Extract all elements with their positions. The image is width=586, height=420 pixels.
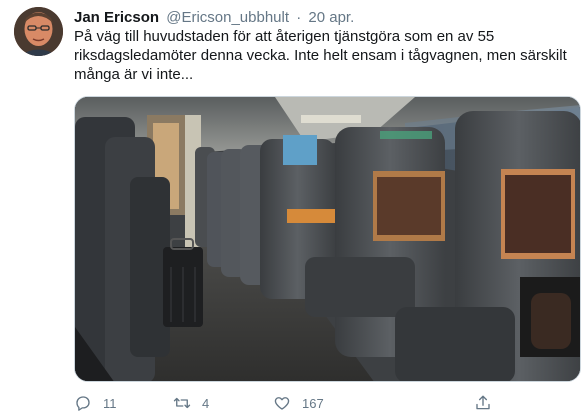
heart-icon bbox=[274, 397, 290, 410]
like-count: 167 bbox=[302, 395, 324, 411]
author-name[interactable]: Jan Ericson bbox=[74, 9, 159, 26]
like-button[interactable]: 167 bbox=[273, 390, 324, 416]
author-handle[interactable]: @Ericson_ubbhult bbox=[166, 9, 289, 26]
retweet-icon bbox=[173, 397, 191, 409]
reply-button[interactable]: 11 bbox=[74, 390, 117, 416]
avatar-photo bbox=[14, 7, 63, 56]
tweet[interactable]: Jan Ericson @Ericson_ubbhult · 20 apr. P… bbox=[0, 0, 586, 420]
avatar[interactable] bbox=[14, 7, 63, 56]
retweet-count: 4 bbox=[202, 395, 210, 411]
separator-dot: · bbox=[296, 9, 302, 26]
retweet-button[interactable]: 4 bbox=[173, 390, 209, 416]
share-icon bbox=[476, 395, 490, 410]
tweet-header: Jan Ericson @Ericson_ubbhult · 20 apr. bbox=[74, 8, 354, 28]
tweet-photo[interactable] bbox=[74, 96, 581, 382]
tweet-text: På väg till huvudstaden för att återigen… bbox=[74, 28, 567, 83]
reply-count: 11 bbox=[103, 395, 117, 411]
share-button[interactable] bbox=[474, 390, 492, 416]
comment-icon bbox=[76, 396, 90, 411]
train-interior-photo bbox=[75, 97, 580, 381]
tweet-date[interactable]: 20 apr. bbox=[308, 9, 354, 26]
tweet-actions: 11 4 167 bbox=[74, 390, 574, 416]
